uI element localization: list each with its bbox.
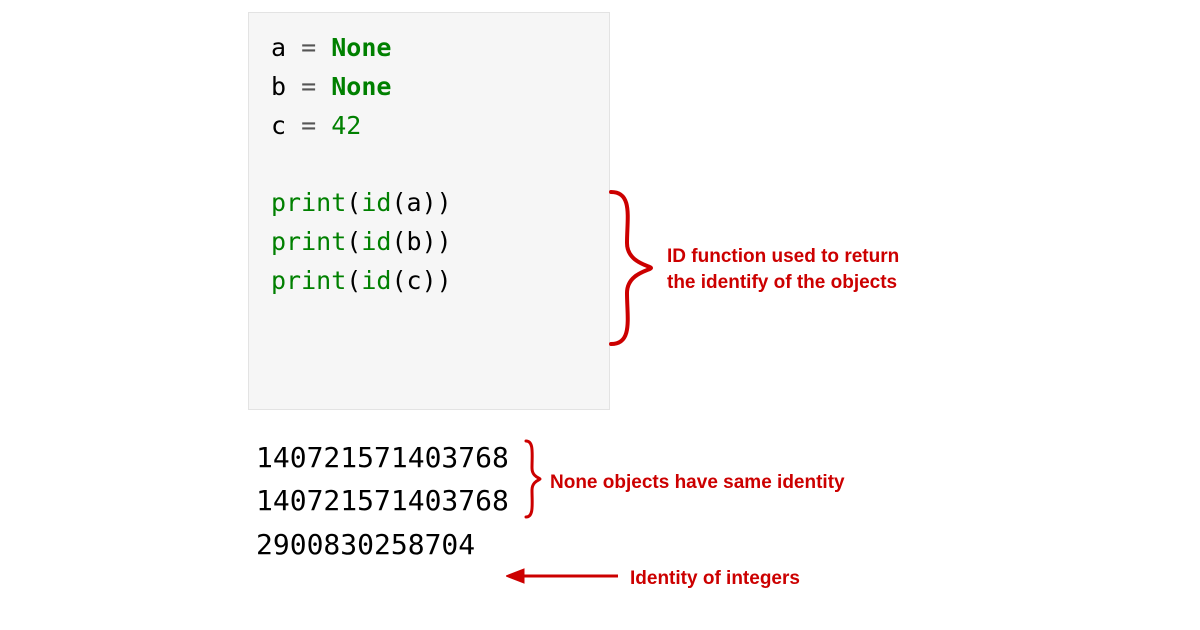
annotation-id-function: ID function used to return the identify … [667, 244, 899, 295]
code-line-5: print(id(a)) [271, 184, 591, 223]
arrow-icon [506, 564, 618, 588]
id-fn: id [361, 266, 391, 295]
none-literal: None [331, 72, 391, 101]
output-block: 140721571403768 140721571403768 29008302… [256, 436, 509, 566]
op-eq: = [286, 72, 331, 101]
id-fn: id [361, 227, 391, 256]
output-line-1: 140721571403768 [256, 436, 509, 479]
code-block: a = None b = None c = 42 print(id(a)) pr… [248, 12, 610, 410]
int-literal: 42 [331, 111, 361, 140]
annotation-id-function-line1: ID function used to return [667, 244, 899, 270]
code-line-1: a = None [271, 29, 591, 68]
brace-icon [605, 188, 655, 348]
annotation-id-function-line2: the identify of the objects [667, 270, 899, 296]
bracket-icon [524, 438, 542, 520]
code-line-3: c = 42 [271, 107, 591, 146]
var-a: a [271, 33, 286, 62]
id-fn: id [361, 188, 391, 217]
code-line-2: b = None [271, 68, 591, 107]
code-line-blank [271, 145, 591, 184]
code-line-7: print(id(c)) [271, 262, 591, 301]
none-literal: None [331, 33, 391, 62]
code-line-6: print(id(b)) [271, 223, 591, 262]
print-fn: print [271, 227, 346, 256]
annotation-none-identity: None objects have same identity [550, 470, 845, 496]
var-c: c [271, 111, 286, 140]
print-fn: print [271, 266, 346, 295]
op-eq: = [286, 33, 331, 62]
output-line-2: 140721571403768 [256, 479, 509, 522]
annotation-int-identity: Identity of integers [630, 566, 800, 592]
output-line-3: 2900830258704 [256, 523, 509, 566]
print-fn: print [271, 188, 346, 217]
op-eq: = [286, 111, 331, 140]
var-b: b [271, 72, 286, 101]
